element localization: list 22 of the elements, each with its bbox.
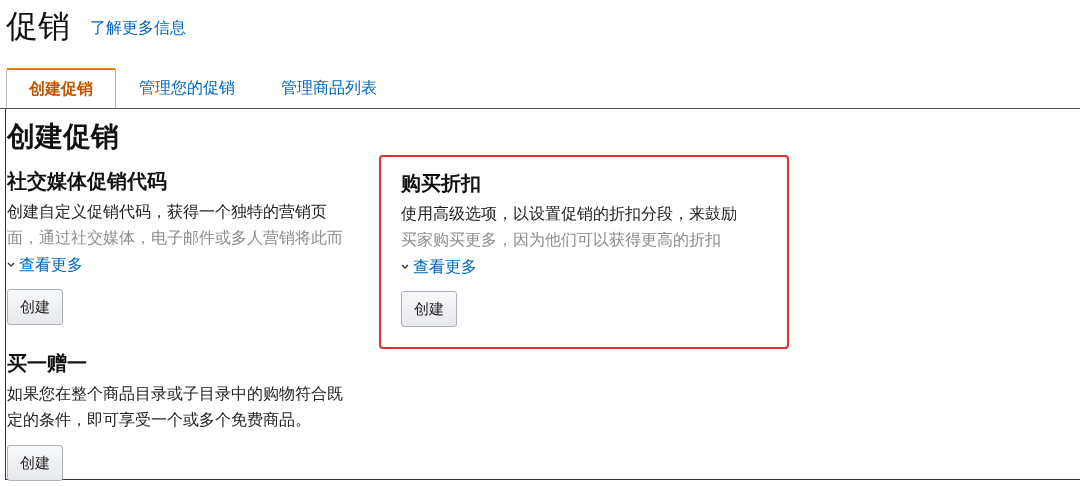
tab[interactable]: 管理您的促销 (116, 68, 258, 108)
create-button[interactable]: 创建 (7, 289, 63, 325)
tab[interactable]: 创建促销 (6, 68, 116, 108)
card-description: 创建自定义促销代码，获得一个独特的营销页 (7, 202, 328, 222)
see-more-link[interactable]: 查看更多 (19, 253, 83, 277)
see-more-link[interactable]: 查看更多 (413, 255, 477, 279)
create-button[interactable]: 创建 (7, 445, 63, 481)
page-title: 促销 (6, 7, 70, 46)
card-description: 如果您在整个商品目录或子目录中的购物符合既 (7, 384, 344, 404)
create-button[interactable]: 创建 (401, 291, 457, 327)
chevron-down-icon (7, 262, 15, 268)
card-description: 定的条件，即可享受一个或多个免费商品。 (7, 410, 312, 430)
card-title: 买一赠一 (7, 351, 88, 376)
section-title: 创建促销 (7, 121, 120, 153)
card-description: 面，通过社交媒体，电子邮件或多人营销将此而 (7, 228, 344, 248)
card-title: 购买折扣 (401, 171, 482, 196)
learn-more-link[interactable]: 了解更多信息 (90, 16, 186, 40)
tab[interactable]: 管理商品列表 (258, 68, 400, 108)
card-description: 使用高级选项，以设置促销的折扣分段，来鼓励 (401, 204, 738, 224)
card-description: 买家购买更多，因为他们可以获得更高的折扣 (401, 230, 722, 250)
chevron-down-icon (401, 264, 409, 270)
card-title: 社交媒体促销代码 (7, 169, 168, 194)
